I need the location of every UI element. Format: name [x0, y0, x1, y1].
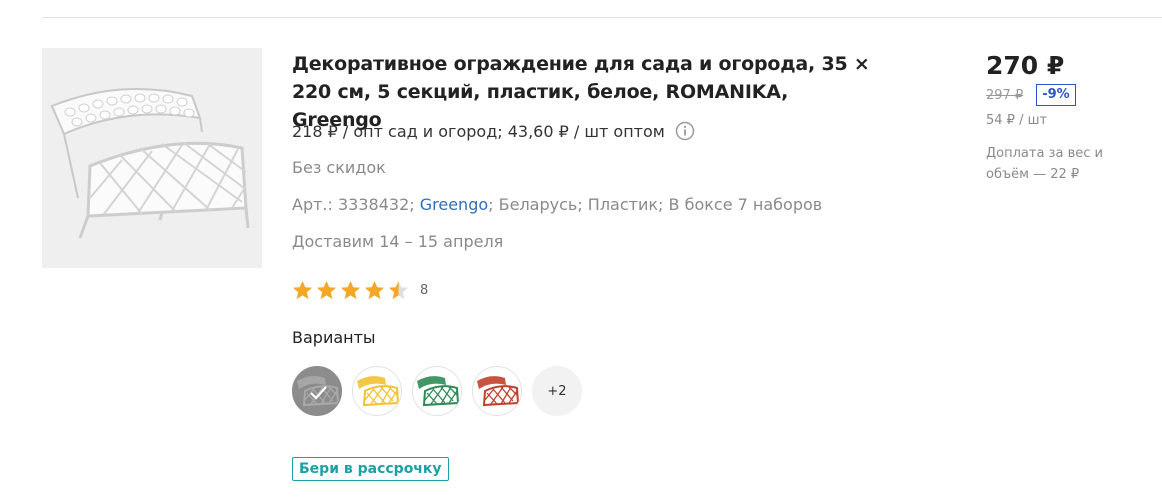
weight-surcharge: Доплата за вес и объём — 22 ₽ [986, 146, 1103, 182]
check-icon [310, 386, 327, 400]
variant-list: +2 [292, 366, 582, 416]
top-divider [42, 17, 1162, 18]
no-discount-text: Без скидок [292, 158, 386, 177]
star-icon [389, 281, 408, 299]
wholesale-price-text: 218 ₽ / опт сад и огород; 43,60 ₽ / шт о… [292, 121, 665, 141]
product-image[interactable] [42, 48, 262, 268]
rating-stars [292, 280, 412, 301]
star-icon [365, 281, 384, 299]
fence-thumbnail-icon [477, 376, 520, 407]
variant-green[interactable] [412, 366, 462, 416]
review-count[interactable]: 8 [420, 283, 428, 298]
fence-thumbnail-icon [357, 376, 400, 407]
variant-white[interactable] [292, 366, 342, 416]
info-icon[interactable] [675, 121, 695, 141]
specs-rest: ; Беларусь; Пластик; В боксе 7 наборов [488, 195, 823, 214]
old-price-row: 297 ₽ -9% [986, 84, 1156, 106]
variant-yellow[interactable] [352, 366, 402, 416]
star-icon [317, 281, 336, 299]
current-price: 270 ₽ [986, 51, 1065, 80]
brand-link[interactable]: Greengo [420, 195, 488, 214]
old-price: 297 ₽ [986, 87, 1024, 103]
delivery-date: Доставим 14 – 15 апреля [292, 232, 504, 251]
more-variants-button[interactable]: +2 [532, 366, 582, 416]
installment-badge[interactable]: Бери в рассрочку [292, 457, 449, 481]
fence-thumbnail-icon [417, 376, 460, 407]
star-icon [293, 281, 312, 299]
variant-red[interactable] [472, 366, 522, 416]
fence-picture [50, 87, 250, 239]
price-block: 270 ₽ 297 ₽ -9% 54 ₽ / шт Доплата за вес… [986, 50, 1156, 185]
star-icon [341, 281, 360, 299]
rating[interactable]: 8 [292, 280, 428, 301]
product-specs: Арт.: 3338432; Greengo; Беларусь; Пласти… [292, 195, 822, 214]
article-text: Арт.: 3338432; [292, 195, 415, 214]
wholesale-price: 218 ₽ / опт сад и огород; 43,60 ₽ / шт о… [292, 121, 695, 141]
discount-badge: -9% [1036, 84, 1076, 106]
unit-price: 54 ₽ / шт [986, 113, 1048, 128]
variants-heading: Варианты [292, 328, 376, 347]
